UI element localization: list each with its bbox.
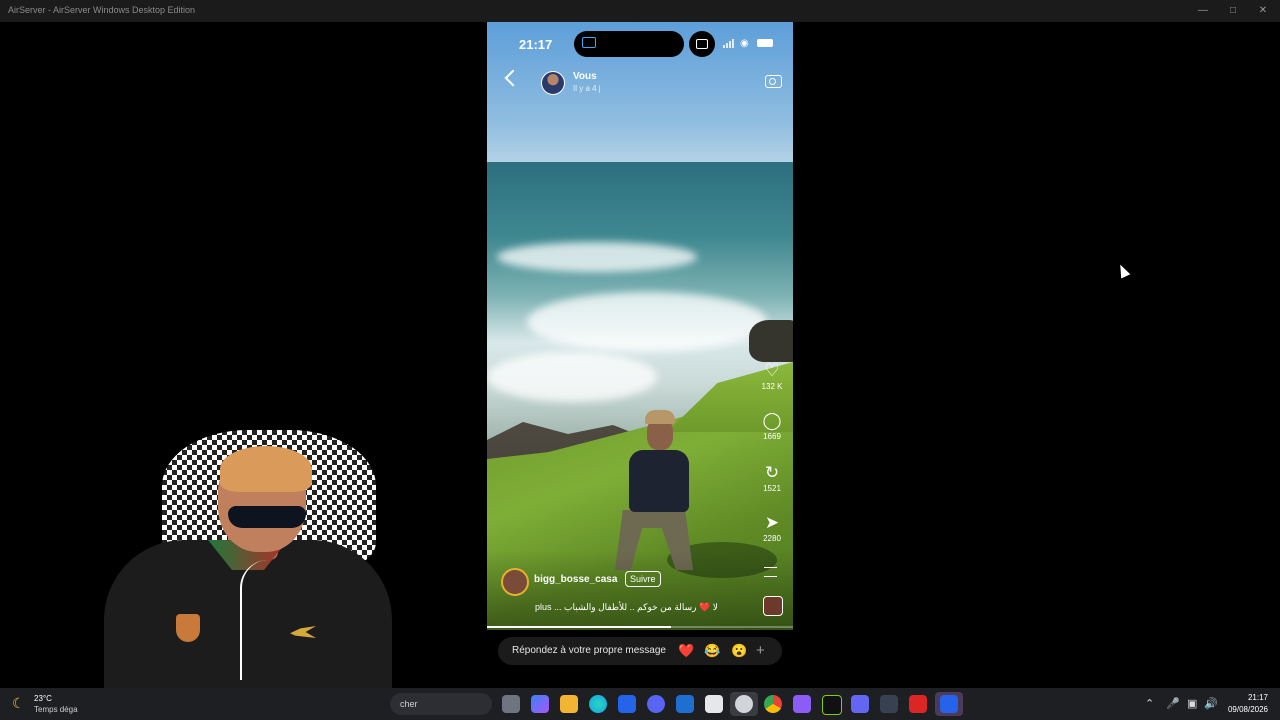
- edge-icon[interactable]: [589, 695, 607, 713]
- author-name[interactable]: bigg_bosse_casa: [534, 574, 617, 585]
- mail-icon[interactable]: [676, 695, 694, 713]
- phone-screen: 21:17 ◉ Vous Il y a 4 j ♡ 132 K ◯ 1669 ↻…: [487, 22, 793, 630]
- comment-icon: ◯: [762, 411, 782, 430]
- story-username[interactable]: Vous: [573, 71, 597, 82]
- share-button[interactable]: ➤ 2280: [749, 513, 793, 544]
- task-view-icon[interactable]: [502, 695, 520, 713]
- post-caption[interactable]: plus ... لا ❤️ رسالة من خوكم .. للأطفال …: [535, 602, 745, 613]
- share-count: 2280: [763, 534, 781, 543]
- wifi-icon: ◉: [740, 38, 749, 49]
- close-button[interactable]: ✕: [1246, 0, 1280, 22]
- display-icon[interactable]: ▣: [1187, 697, 1197, 710]
- more-options-icon[interactable]: [764, 567, 777, 577]
- repost-icon: ↻: [764, 463, 780, 482]
- man-body: [629, 450, 689, 512]
- reply-input[interactable]: Répondez à votre propre message: [512, 645, 666, 656]
- microphone-icon[interactable]: 🎤: [1166, 697, 1180, 710]
- audio-thumbnail[interactable]: [763, 596, 783, 616]
- window-titlebar: AirServer - AirServer Windows Desktop Ed…: [0, 0, 1280, 22]
- like-count: 132 K: [761, 382, 783, 391]
- weather-description[interactable]: Temps déga: [34, 705, 78, 714]
- copilot-icon[interactable]: [531, 695, 549, 713]
- chrome-icon[interactable]: [764, 695, 782, 713]
- send-icon: ➤: [764, 513, 780, 532]
- clock-date[interactable]: 09/08/2026: [1222, 705, 1268, 714]
- story-time-ago: Il y a 4 j: [573, 84, 601, 93]
- gamepad-icon[interactable]: [793, 695, 811, 713]
- discord-icon[interactable]: [647, 695, 665, 713]
- rock: [749, 320, 793, 362]
- story-video[interactable]: [487, 22, 793, 630]
- heart-icon: ♡: [764, 361, 780, 380]
- obs-icon[interactable]: [735, 695, 753, 713]
- repost-count: 1521: [763, 484, 781, 493]
- maximize-button[interactable]: □: [1216, 0, 1250, 22]
- signal-icon: [723, 39, 737, 48]
- repost-button[interactable]: ↻ 1521: [749, 463, 793, 494]
- taskbar-search[interactable]: cher: [390, 693, 492, 715]
- overlay-gradient: [487, 550, 793, 630]
- follow-button[interactable]: Suivre: [625, 571, 661, 587]
- video-progress-fill: [487, 626, 671, 628]
- file-explorer-icon[interactable]: [560, 695, 578, 713]
- news-app-icon[interactable]: [909, 695, 927, 713]
- author-avatar[interactable]: [501, 568, 529, 596]
- reaction-laugh[interactable]: 😂: [704, 643, 720, 659]
- comment-button[interactable]: ◯ 1669: [749, 411, 793, 442]
- store-icon[interactable]: [618, 695, 636, 713]
- moon-icon[interactable]: ☾: [12, 695, 25, 712]
- photos-icon[interactable]: [705, 695, 723, 713]
- plus-icon[interactable]: +: [756, 642, 765, 659]
- minimize-button[interactable]: —: [1186, 0, 1220, 22]
- avatar[interactable]: [541, 71, 565, 95]
- reply-bar[interactable]: Répondez à votre propre message ❤️ 😂 😮 +: [498, 637, 782, 665]
- chevron-up-icon[interactable]: ⌃: [1145, 697, 1154, 710]
- battery-icon: [757, 39, 773, 47]
- window-title: AirServer - AirServer Windows Desktop Ed…: [8, 5, 196, 15]
- status-time: 21:17: [519, 37, 553, 52]
- earphone-cable: [240, 560, 268, 680]
- airserver-icon[interactable]: [940, 695, 958, 713]
- wave-foam: [527, 292, 767, 352]
- sunglasses: [228, 506, 306, 528]
- camera-icon[interactable]: [765, 75, 782, 88]
- streamer-hair: [220, 446, 312, 492]
- comment-count: 1669: [763, 432, 781, 441]
- volume-icon[interactable]: 🔊: [1204, 697, 1218, 710]
- like-button[interactable]: ♡ 132 K: [749, 361, 793, 392]
- man-cap: [645, 410, 675, 424]
- wave-foam: [487, 352, 657, 402]
- weather-temperature[interactable]: 23°C: [34, 694, 52, 703]
- video-progress: [487, 626, 793, 628]
- airplay-icon: [582, 37, 596, 48]
- chat-icon[interactable]: [851, 695, 869, 713]
- mouse-cursor-icon: [1115, 262, 1131, 279]
- search-placeholder: cher: [400, 699, 418, 709]
- wave-foam: [497, 242, 697, 272]
- taskbar: ☾ 23°C Temps déga cher ⌃ 🎤 ▣ 🔊 21:17 09/…: [0, 688, 1280, 720]
- screen-mirroring-icon: [689, 31, 715, 57]
- clock-time[interactable]: 21:17: [1230, 693, 1268, 702]
- jersey-crest: [176, 614, 200, 642]
- reaction-heart[interactable]: ❤️: [678, 643, 694, 659]
- reaction-wow[interactable]: 😮: [731, 643, 747, 659]
- nvidia-icon[interactable]: [822, 695, 842, 715]
- steam-icon[interactable]: [880, 695, 898, 713]
